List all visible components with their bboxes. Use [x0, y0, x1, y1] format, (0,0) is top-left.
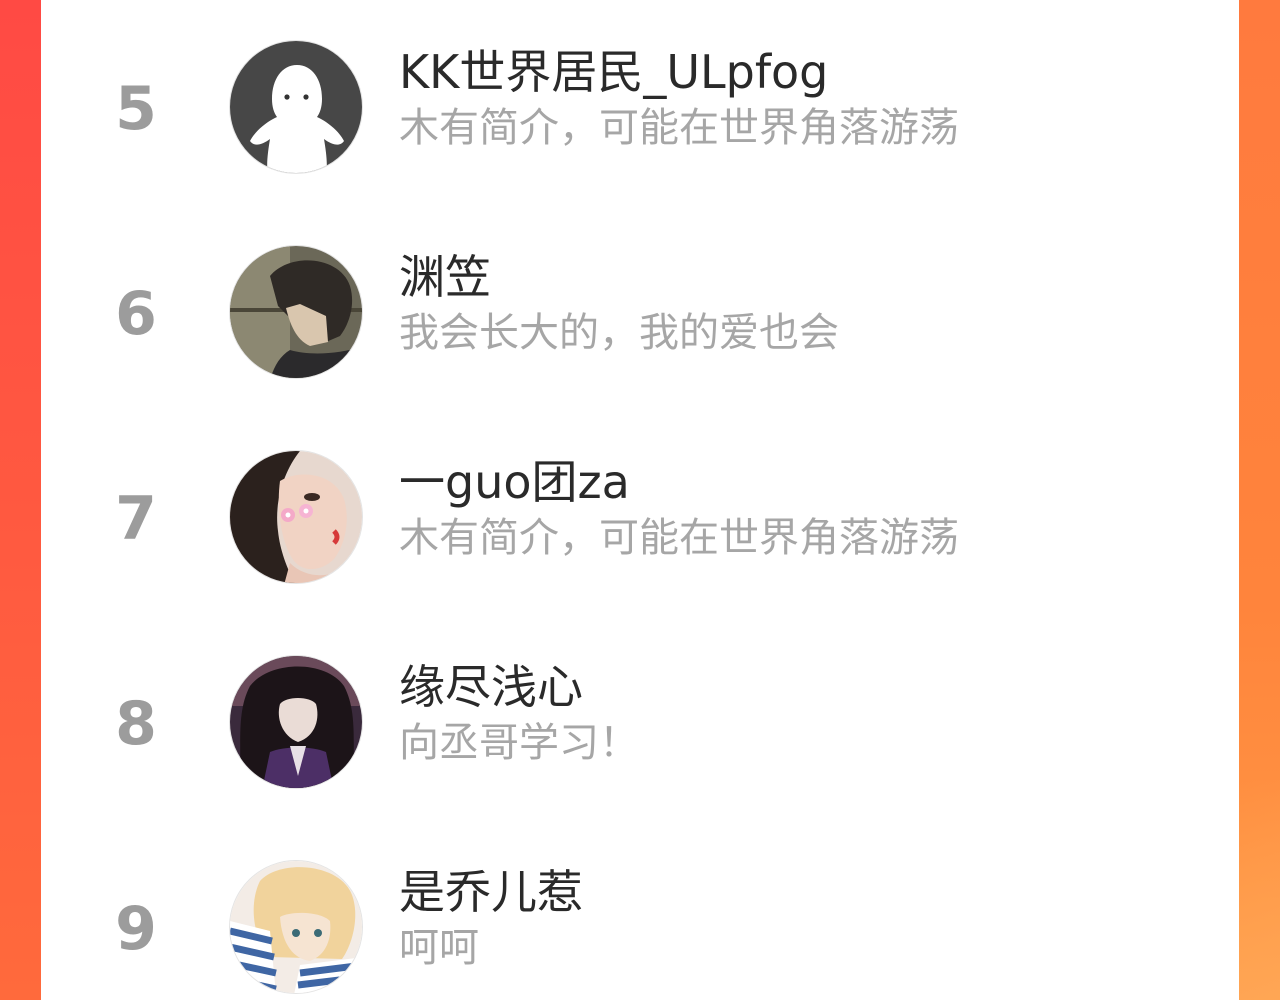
user-name[interactable]: 渊笠	[399, 247, 491, 307]
ranking-row[interactable]: 5 KK世界居民_ULpfog 木有简介，可能在世界角落游荡	[41, 40, 1239, 180]
user-bio: 木有简介，可能在世界角落游荡	[399, 105, 959, 151]
ranking-row[interactable]: 8 缘尽浅心 向丞哥学习！	[41, 655, 1239, 795]
user-name[interactable]: 是乔儿惹	[399, 862, 583, 922]
user-bio: 木有简介，可能在世界角落游荡	[399, 515, 959, 561]
user-bio: 我会长大的，我的爱也会	[399, 310, 839, 356]
girl-photo-avatar-icon	[230, 451, 362, 583]
rank-number: 7	[115, 484, 157, 554]
ranking-list: 5 KK世界居民_ULpfog 木有简介，可能在世界角落游荡 6 渊笠 我会长大…	[41, 0, 1239, 1000]
ranking-row[interactable]: 6 渊笠 我会长大的，我的爱也会	[41, 245, 1239, 385]
anime-boy-avatar-icon	[230, 246, 362, 378]
rank-number: 6	[115, 279, 157, 349]
avatar[interactable]	[229, 40, 363, 174]
anime-blonde-avatar-icon	[230, 861, 362, 993]
avatar[interactable]	[229, 655, 363, 789]
rank-number: 8	[115, 689, 157, 759]
user-bio: 呵呵	[399, 925, 479, 971]
default-ghost-avatar-icon	[230, 41, 362, 173]
rank-number: 5	[115, 74, 157, 144]
user-bio: 向丞哥学习！	[399, 720, 639, 766]
avatar[interactable]	[229, 450, 363, 584]
user-name[interactable]: 缘尽浅心	[399, 657, 583, 717]
user-name[interactable]: 一guo团za	[399, 452, 630, 512]
ranking-row[interactable]: 7 一guo团za 木有简介，可能在世界角落游荡	[41, 450, 1239, 590]
anime-dark-hair-avatar-icon	[230, 656, 362, 788]
background-right-accent	[1238, 780, 1280, 1000]
avatar[interactable]	[229, 860, 363, 994]
avatar[interactable]	[229, 245, 363, 379]
ranking-row[interactable]: 9 是乔儿惹 呵呵	[41, 860, 1239, 1000]
rank-number: 9	[115, 894, 157, 964]
user-name[interactable]: KK世界居民_ULpfog	[399, 42, 828, 102]
